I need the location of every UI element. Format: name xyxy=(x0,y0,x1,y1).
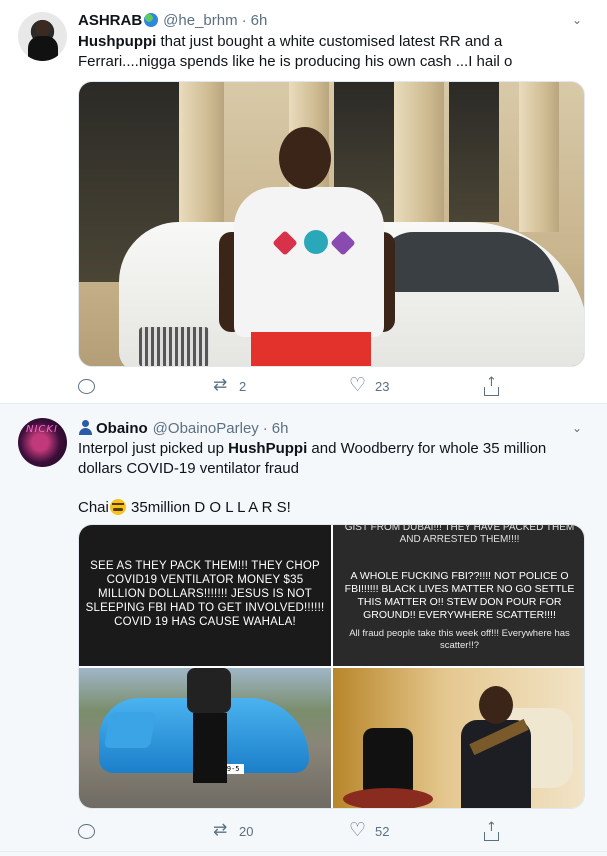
avatar-head xyxy=(35,20,50,37)
separator: · xyxy=(241,12,247,29)
tweet-text: Interpol just picked up HushPuppi and Wo… xyxy=(78,439,588,479)
tweet-text: Hushpuppi that just bought a white custo… xyxy=(78,32,588,72)
chevron-down-icon[interactable]: ⌄ xyxy=(569,12,585,28)
separator: · xyxy=(262,420,268,437)
display-name[interactable]: Obaino xyxy=(96,420,148,437)
photo-person-head xyxy=(479,686,513,724)
avatar[interactable]: NICKI xyxy=(18,418,67,467)
photo-window xyxy=(449,82,499,222)
grid-photo-3[interactable]: 509-5 xyxy=(79,668,331,808)
retweet-count: 20 xyxy=(239,823,254,839)
reply-button[interactable] xyxy=(78,376,95,396)
photo-table xyxy=(343,788,433,808)
photo-caption-mid: A WHOLE FUCKING FBI??!!!! NOT POLICE O F… xyxy=(344,570,575,621)
person-icon xyxy=(78,420,93,435)
tweet-text-line2: Chai 35million D O L L A R S! xyxy=(78,496,588,518)
tweet-photo[interactable] xyxy=(78,81,585,367)
like-button[interactable]: 23 xyxy=(349,374,390,396)
photo-column xyxy=(394,82,444,232)
tweet-photo-grid: SEE AS THEY PACK THEM!!! THEY CHOP COVID… xyxy=(78,524,585,809)
grid-photo-4[interactable] xyxy=(333,668,584,808)
tweet-actions: 2 23 xyxy=(78,374,499,396)
photo-person xyxy=(179,668,239,783)
display-name[interactable]: ASHRAB xyxy=(78,12,142,29)
photo-car-door xyxy=(103,712,157,748)
photo-caption-low: All fraud people take this week off!!! E… xyxy=(349,628,570,651)
like-icon xyxy=(349,819,367,841)
like-count: 23 xyxy=(375,378,390,394)
timestamp[interactable]: 6h xyxy=(251,12,268,29)
retweet-button[interactable]: 20 xyxy=(213,820,254,841)
like-button[interactable]: 52 xyxy=(349,819,390,841)
globe-icon xyxy=(144,13,159,27)
grid-photo-2[interactable]: GIST FROM DUBAI!!! THEY HAVE PACKED THEM… xyxy=(333,525,584,666)
photo-shorts xyxy=(251,332,371,366)
tweet-text-dollars: 35million D O L L A R S! xyxy=(126,499,291,516)
photo-caption: SEE AS THEY PACK THEM!!! THEY CHOP COVID… xyxy=(85,560,325,628)
photo-grille xyxy=(139,327,209,366)
avatar-body xyxy=(28,36,58,61)
reply-icon xyxy=(78,823,95,839)
avatar[interactable] xyxy=(18,12,67,61)
shirt-logo xyxy=(304,230,328,254)
divider xyxy=(0,851,607,852)
photo-shirt xyxy=(234,187,384,337)
timestamp[interactable]: 6h xyxy=(272,420,289,437)
user-handle[interactable]: @he_brhm xyxy=(163,12,237,29)
tweet-text-pre: Interpol just picked up xyxy=(78,440,229,457)
photo-caption-top: GIST FROM DUBAI!!! THEY HAVE PACKED THEM… xyxy=(344,525,575,545)
chevron-down-icon[interactable]: ⌄ xyxy=(569,420,585,436)
reply-icon xyxy=(78,378,95,394)
retweet-button[interactable]: 2 xyxy=(213,375,247,396)
share-icon xyxy=(484,820,499,841)
tweet-actions: 20 52 xyxy=(78,819,499,841)
photo-person xyxy=(451,686,541,808)
photo-person-torso xyxy=(187,668,231,713)
reply-button[interactable] xyxy=(78,821,95,841)
share-button[interactable] xyxy=(484,820,499,841)
avatar-neon-text: NICKI xyxy=(26,424,58,435)
tweet-1[interactable]: ASHRAB @he_brhm · 6h ⌄ Hushpuppi that ju… xyxy=(0,0,607,404)
tweet-header: ASHRAB @he_brhm · 6h xyxy=(78,11,267,29)
tweet-text-chai: Chai xyxy=(78,499,109,516)
retweet-icon xyxy=(213,375,231,395)
like-count: 52 xyxy=(375,823,390,839)
tweet-header: Obaino @ObainoParley · 6h xyxy=(78,418,288,437)
grid-photo-1[interactable]: SEE AS THEY PACK THEM!!! THEY CHOP COVID… xyxy=(79,525,331,666)
share-icon xyxy=(484,375,499,396)
share-button[interactable] xyxy=(484,375,499,396)
face-emoji-icon xyxy=(109,499,126,515)
photo-head xyxy=(279,127,331,189)
hashtag-link[interactable]: Hushpuppi xyxy=(78,33,156,50)
photo-column xyxy=(519,82,559,232)
photo-person-legs xyxy=(193,713,227,783)
hashtag-link[interactable]: HushPuppi xyxy=(228,440,307,457)
like-icon xyxy=(349,374,367,396)
retweet-icon xyxy=(213,820,231,840)
retweet-count: 2 xyxy=(239,378,247,394)
photo-windshield xyxy=(379,232,559,292)
user-handle[interactable]: @ObainoParley xyxy=(153,420,259,437)
